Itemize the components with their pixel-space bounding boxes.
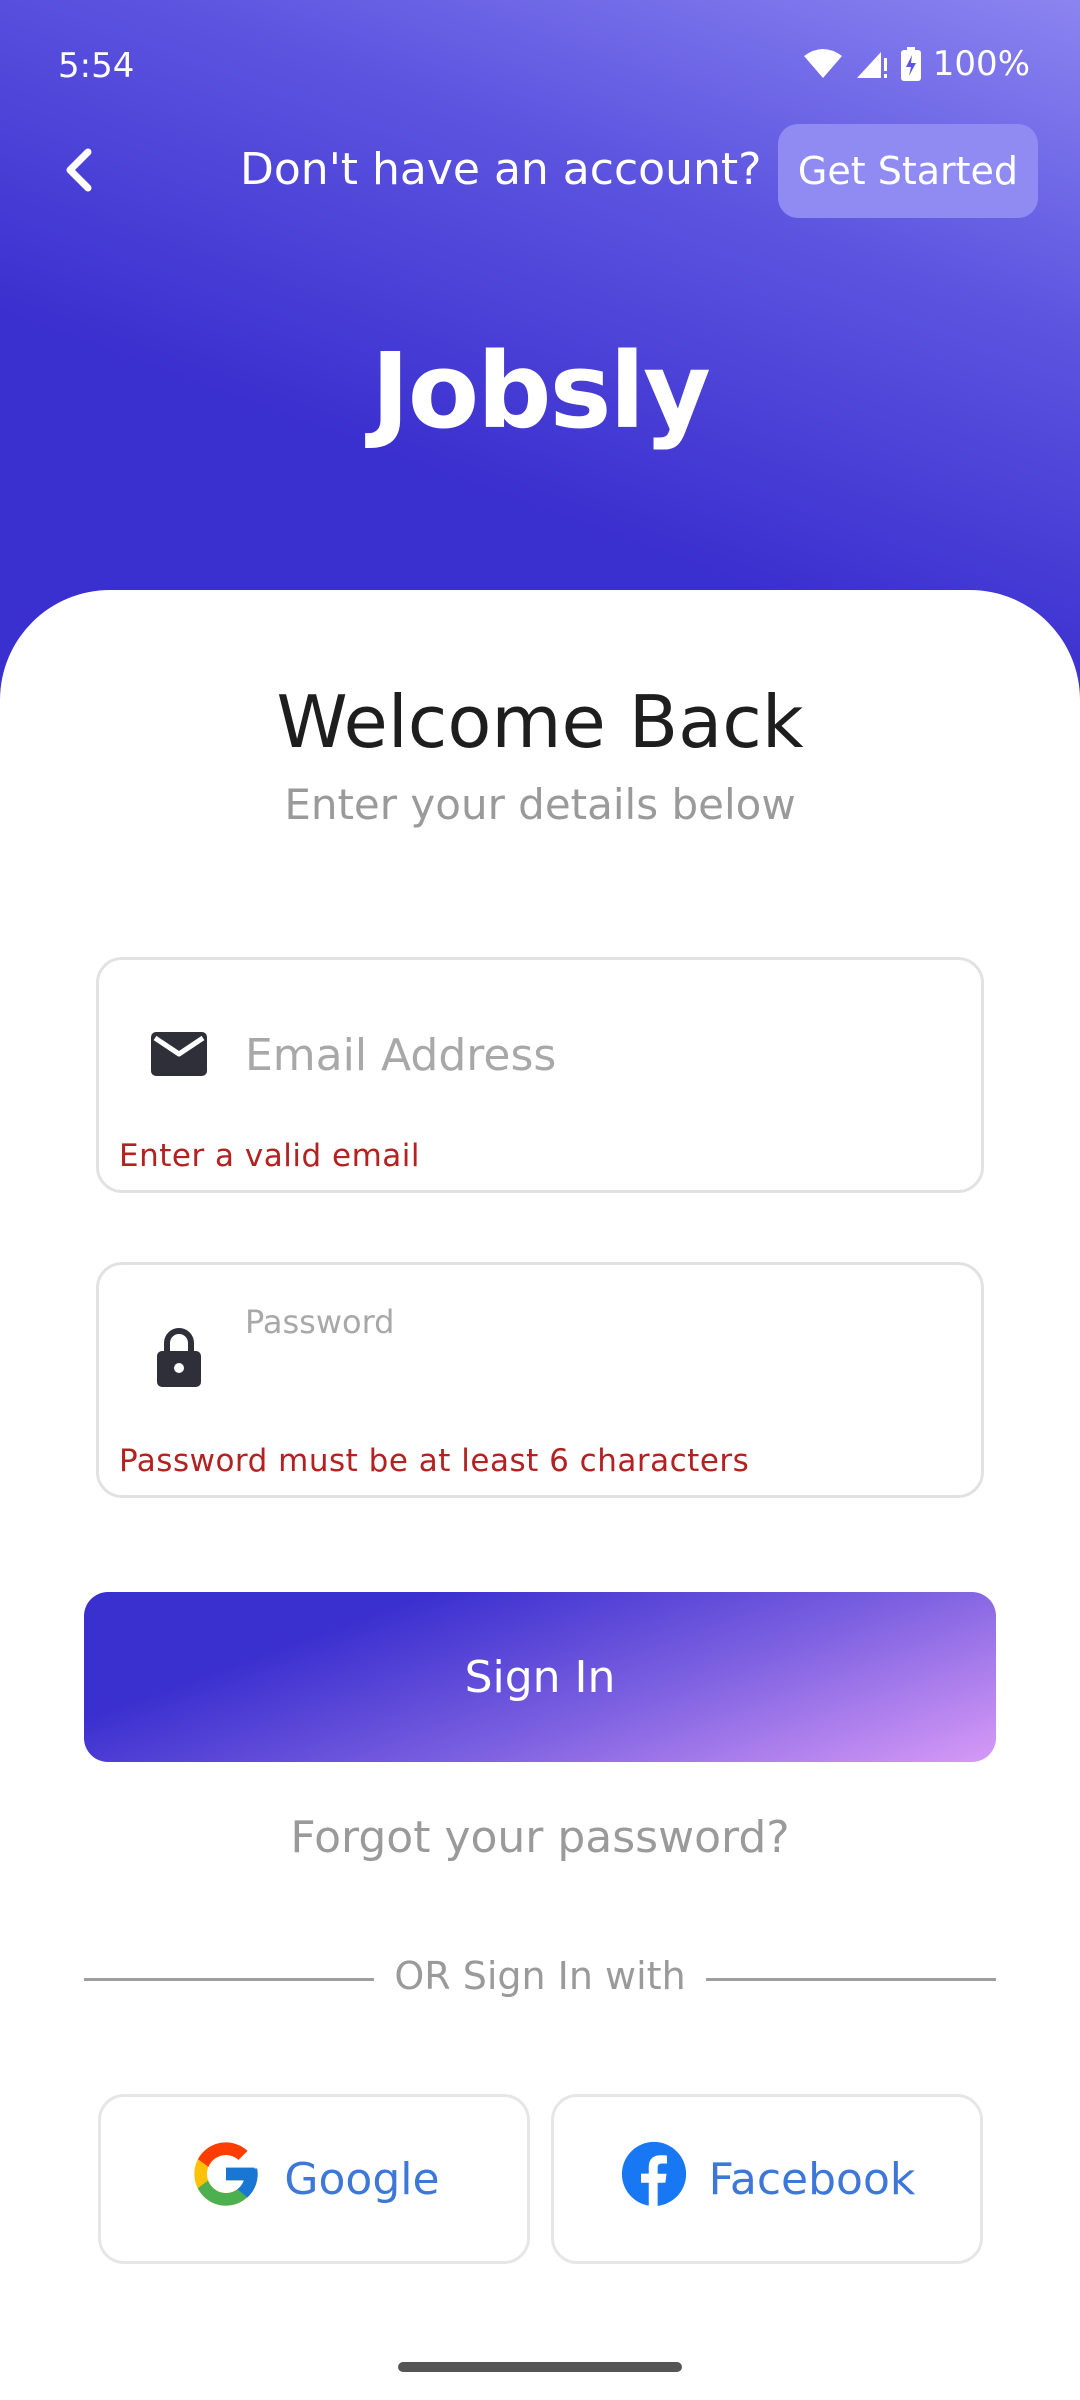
signup-prompt: Don't have an account? (240, 144, 762, 195)
google-icon (188, 2136, 264, 2223)
status-icons: 100% (803, 44, 1030, 84)
facebook-button[interactable]: Facebook (551, 2094, 983, 2264)
password-label: Password (245, 1303, 395, 1341)
facebook-icon (619, 2139, 689, 2220)
battery-icon (900, 47, 921, 81)
status-bar: 5:54 100% (0, 0, 1080, 130)
back-icon (56, 148, 106, 202)
mail-icon (151, 1030, 207, 1082)
page-title: Welcome Back (276, 680, 804, 764)
home-indicator[interactable] (398, 2362, 682, 2372)
google-label: Google (284, 2153, 440, 2205)
divider-right (706, 1978, 996, 1981)
brand-logo: Jobsly (371, 330, 711, 452)
password-error: Password must be at least 6 characters (119, 1443, 750, 1479)
google-button[interactable]: Google (98, 2094, 530, 2264)
sign-in-button[interactable]: Sign In (84, 1592, 996, 1762)
get-started-button[interactable]: Get Started (778, 124, 1038, 218)
page-subtitle: Enter your details below (284, 780, 796, 829)
forgot-password-link[interactable]: Forgot your password? (0, 1812, 1080, 1863)
wifi-icon (803, 48, 843, 80)
divider-text: OR Sign In with (394, 1954, 686, 1998)
password-field[interactable]: Password Password must be at least 6 cha… (96, 1262, 984, 1498)
email-field[interactable]: Email Address Enter a valid email (96, 957, 984, 1193)
back-button[interactable] (56, 142, 106, 198)
signal-icon (855, 48, 889, 80)
status-time: 5:54 (58, 46, 135, 86)
battery-percent: 100% (932, 44, 1030, 84)
email-placeholder: Email Address (245, 1030, 557, 1081)
facebook-label: Facebook (708, 2153, 916, 2205)
lock-icon (151, 1325, 207, 1393)
email-error: Enter a valid email (119, 1138, 421, 1174)
